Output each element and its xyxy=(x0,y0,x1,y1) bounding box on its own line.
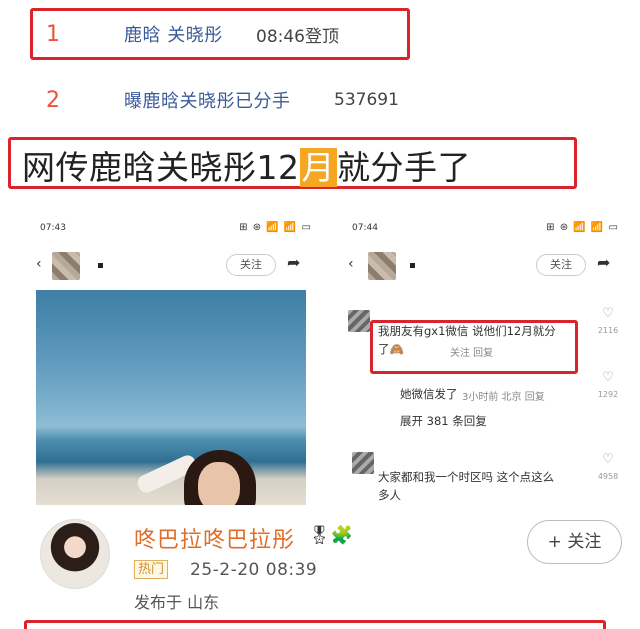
heart-icon[interactable]: ♡ xyxy=(595,370,621,385)
share-icon[interactable]: ➦ xyxy=(287,253,300,272)
like-count: 1292 xyxy=(597,390,619,399)
follow-author-button[interactable]: + 关注 xyxy=(527,520,622,564)
post-nav: ‹ 关注 ➦ xyxy=(28,248,318,282)
headline-text-end: 就分手了 xyxy=(337,148,471,187)
hot-search-row-2[interactable]: 2 曝鹿晗关晓彤已分手 537691 xyxy=(0,72,640,128)
photo-face xyxy=(198,462,240,510)
heart-icon[interactable]: ♡ xyxy=(595,452,621,467)
status-bar: 07:44 ⊞ ⊛ 📶 📶 ▭ xyxy=(340,218,625,238)
rank-number: 1 xyxy=(46,21,60,47)
status-bar: 07:43 ⊞ ⊛ 📶 📶 ▭ xyxy=(28,218,318,238)
headline: 网传鹿晗关晓彤12月就分手了 xyxy=(22,141,471,189)
comment-avatar[interactable] xyxy=(348,310,370,332)
author-name[interactable]: 咚巴拉咚巴拉彤 xyxy=(134,522,295,554)
follow-button[interactable]: 关注 xyxy=(226,254,276,276)
author-avatar[interactable] xyxy=(40,519,110,589)
like-count: 4958 xyxy=(597,472,619,481)
heart-icon[interactable]: ♡ xyxy=(595,306,621,321)
rank-number: 2 xyxy=(46,87,60,113)
bottom-highlight-edge xyxy=(24,620,606,629)
status-icons: ⊞ ⊛ 📶 📶 ▭ xyxy=(239,222,312,233)
comment-text: 大家都和我一个时区吗 这个点这么 xyxy=(378,470,555,484)
dot-icon xyxy=(410,263,415,268)
back-arrow-icon[interactable]: ‹ xyxy=(348,256,354,272)
author-profile-bar: 咚巴拉咚巴拉彤 🎖🧩 热门 25-2-20 08:39 发布于 山东 xyxy=(0,505,610,629)
headline-text: 网传鹿晗关晓彤12 xyxy=(22,148,300,187)
dot-icon xyxy=(98,263,103,268)
headline-highlight: 月 xyxy=(299,148,337,187)
status-time: 07:43 xyxy=(40,223,66,233)
status-icons: ⊞ ⊛ 📶 📶 ▭ xyxy=(546,222,619,233)
topic-text: 鹿晗 关晓彤 xyxy=(124,25,223,46)
comment-text: 了🙈 xyxy=(378,342,404,356)
comment-avatar[interactable] xyxy=(352,452,374,474)
post-photo xyxy=(36,290,306,510)
post-nav: ‹ 关注 ➦ xyxy=(340,248,625,282)
expand-replies-link[interactable]: 展开 381 条回复 xyxy=(400,412,487,430)
topic-text: 曝鹿晗关晓彤已分手 xyxy=(124,91,291,112)
comment-sub: 关注 回复 xyxy=(450,348,494,359)
hot-tag: 热门 xyxy=(134,560,169,579)
status-time: 07:44 xyxy=(352,223,378,233)
follow-button[interactable]: 关注 xyxy=(536,254,586,276)
topic-meta: 08:46登顶 xyxy=(256,26,339,47)
hot-search-row-1[interactable]: 1 鹿晗 关晓彤 08:46登顶 xyxy=(0,6,640,62)
blurred-avatar xyxy=(368,252,396,280)
like-count: 2116 xyxy=(597,326,619,335)
post-location: 发布于 山东 xyxy=(134,593,220,612)
comment-sub: 3小时前 北京 回复 xyxy=(462,392,545,403)
badge-icons: 🎖🧩 xyxy=(308,525,354,546)
comment-text: 多人 xyxy=(378,488,401,502)
post-time: 25-2-20 08:39 xyxy=(190,560,318,580)
comment-text: 她微信发了 xyxy=(400,387,458,401)
topic-meta: 537691 xyxy=(334,90,399,110)
back-arrow-icon[interactable]: ‹ xyxy=(36,256,42,272)
comment-text: 我朋友有gx1微信 说他们12月就分 xyxy=(378,324,556,338)
blurred-avatar xyxy=(52,252,80,280)
share-icon[interactable]: ➦ xyxy=(597,253,610,272)
